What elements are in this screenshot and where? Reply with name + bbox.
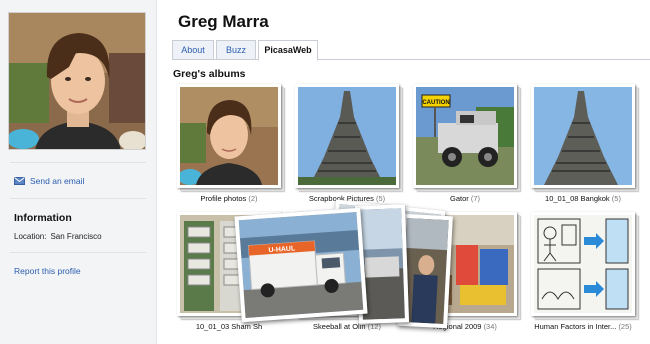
album-title[interactable]: Profile photos xyxy=(200,194,246,203)
report-profile-link[interactable]: Report this profile xyxy=(14,266,81,276)
profile-tabs: About Buzz PicasaWeb xyxy=(172,40,650,61)
tab-about[interactable]: About xyxy=(172,40,214,60)
send-email-link[interactable]: Send an email xyxy=(14,176,84,186)
album-title[interactable]: Skeeball at Olin xyxy=(313,322,366,331)
album-count: (2) xyxy=(248,194,258,203)
caution-sign-text: CAUTION xyxy=(422,100,449,106)
album-card[interactable]: CAUTION Gator (7) xyxy=(408,84,522,203)
album-count: (25) xyxy=(618,322,632,331)
albums-heading: Greg's albums xyxy=(173,68,246,80)
divider xyxy=(10,162,146,163)
location-value: San Francisco xyxy=(50,232,102,241)
album-card[interactable]: Human Factors in Inter... (25) xyxy=(526,212,640,331)
mail-icon xyxy=(14,177,25,185)
album-thumbnail[interactable] xyxy=(177,84,281,188)
album-card[interactable]: Profile photos (2) xyxy=(172,84,286,203)
album-thumbnail[interactable] xyxy=(295,84,399,188)
album-title[interactable]: Gator xyxy=(450,194,469,203)
album-card[interactable]: 10_01_08 Bangkok (5) xyxy=(526,84,640,203)
profile-name: Greg Marra xyxy=(178,12,269,31)
information-heading: Information xyxy=(14,212,72,224)
send-email-label[interactable]: Send an email xyxy=(30,176,84,186)
album-card[interactable]: Scrapbook Pictures (5) xyxy=(290,84,404,203)
album-thumbnail[interactable] xyxy=(531,84,635,188)
tab-buzz[interactable]: Buzz xyxy=(216,40,256,60)
stacked-photo-truck: U-HAUL xyxy=(234,207,368,323)
album-count: (5) xyxy=(611,194,621,203)
tab-picasaweb[interactable]: PicasaWeb xyxy=(258,40,318,61)
album-count: (5) xyxy=(375,194,386,203)
album-title[interactable]: 10_01_03 Sham Sh xyxy=(196,322,262,331)
divider xyxy=(10,198,146,199)
location-label: Location: xyxy=(14,232,47,241)
avatar xyxy=(8,12,146,150)
divider xyxy=(10,252,146,253)
album-thumbnail[interactable]: CAUTION xyxy=(413,84,517,188)
album-count: (34) xyxy=(483,322,497,331)
location-row: Location: San Francisco xyxy=(14,232,106,241)
album-thumbnail[interactable] xyxy=(531,212,635,316)
album-title[interactable]: 10_01_08 Bangkok xyxy=(545,194,610,203)
album-count: (7) xyxy=(470,194,481,203)
profile-sidebar: Send an email Information Location: San F… xyxy=(0,0,157,344)
album-title[interactable]: Human Factors in Inter... xyxy=(534,322,616,331)
